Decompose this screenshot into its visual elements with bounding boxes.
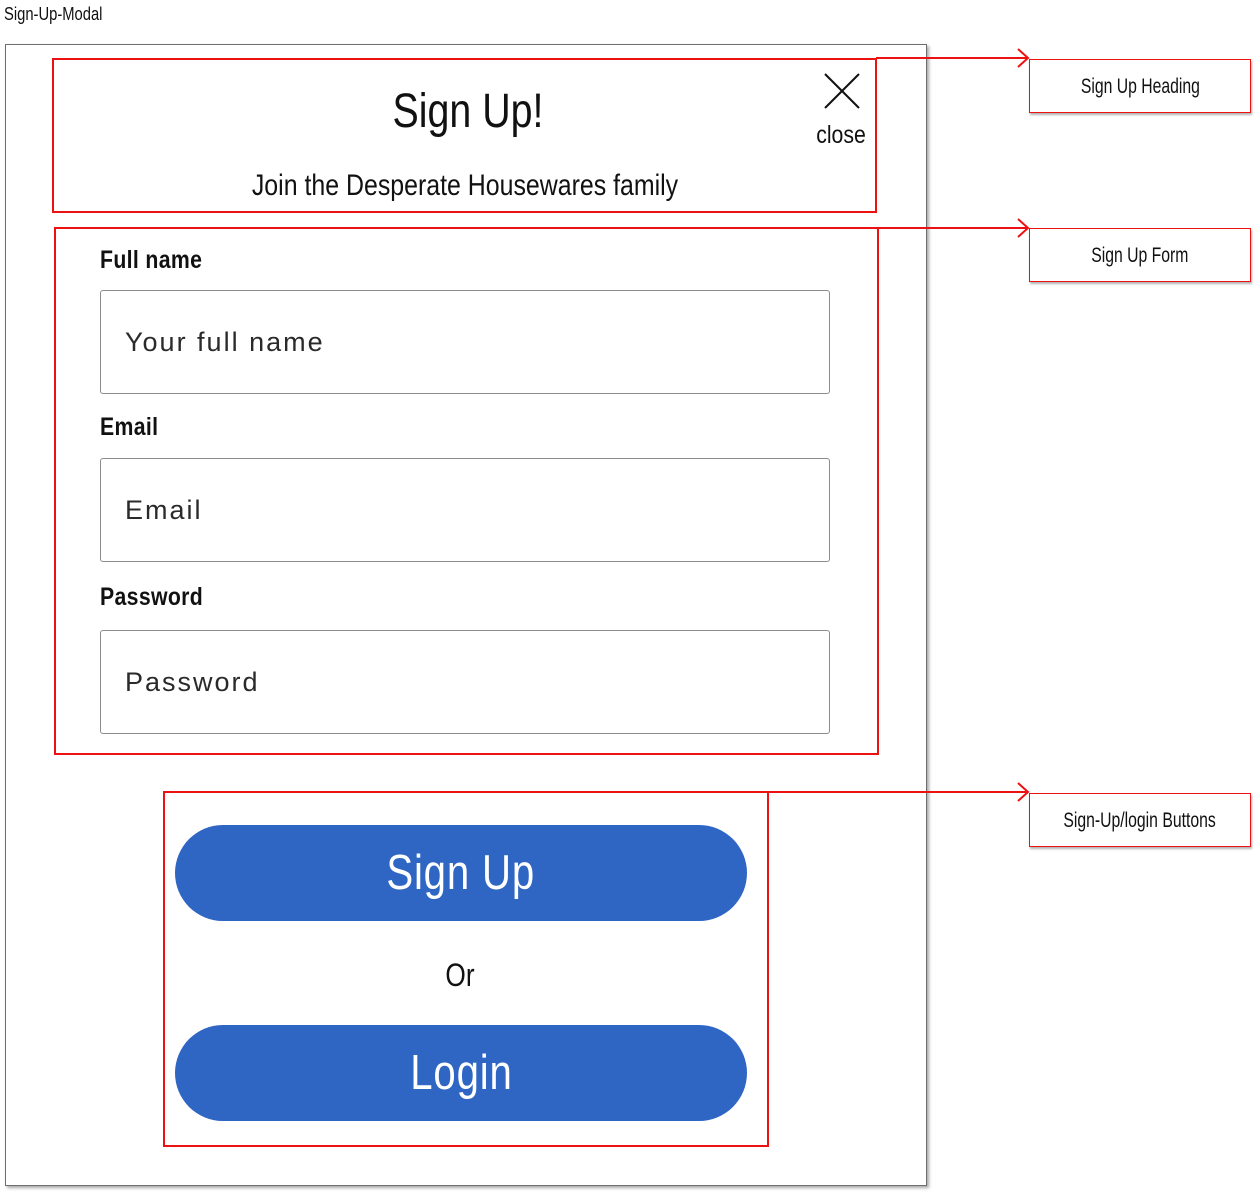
full-name-input[interactable] (100, 290, 830, 394)
sign-up-login-buttons-callout-text: Sign-Up/login Buttons (1063, 808, 1217, 832)
password-label: Password (100, 583, 204, 611)
sign-up-button-label: Sign Up (386, 846, 536, 900)
modal-subtitle: Join the Desperate Housewares family (251, 169, 679, 202)
sign-up-login-buttons-callout: Sign-Up/login Buttons (1029, 793, 1251, 847)
heading-arrow-icon (1017, 48, 1030, 68)
sign-up-form-callout: Sign Up Form (1029, 228, 1251, 282)
sign-up-heading-callout: Sign Up Heading (1029, 59, 1251, 113)
page-label: Sign-Up-Modal (4, 4, 103, 24)
password-input[interactable] (100, 630, 830, 734)
or-separator: Or (445, 957, 475, 993)
login-button[interactable]: Login (175, 1025, 747, 1121)
close-label: close (816, 121, 866, 149)
close-icon (824, 73, 860, 109)
close-button[interactable]: close (806, 68, 876, 158)
sign-up-button[interactable]: Sign Up (175, 825, 747, 921)
login-button-label: Login (409, 1046, 513, 1100)
form-arrow-icon (1017, 218, 1030, 238)
email-input[interactable] (100, 458, 830, 562)
buttons-arrow-icon (1017, 782, 1030, 802)
modal-title: Sign Up! (392, 85, 544, 138)
sign-up-form-callout-text: Sign Up Form (1091, 243, 1189, 267)
sign-up-heading-callout-text: Sign Up Heading (1080, 74, 1200, 98)
email-label: Email (100, 413, 159, 441)
full-name-label: Full name (100, 246, 203, 274)
